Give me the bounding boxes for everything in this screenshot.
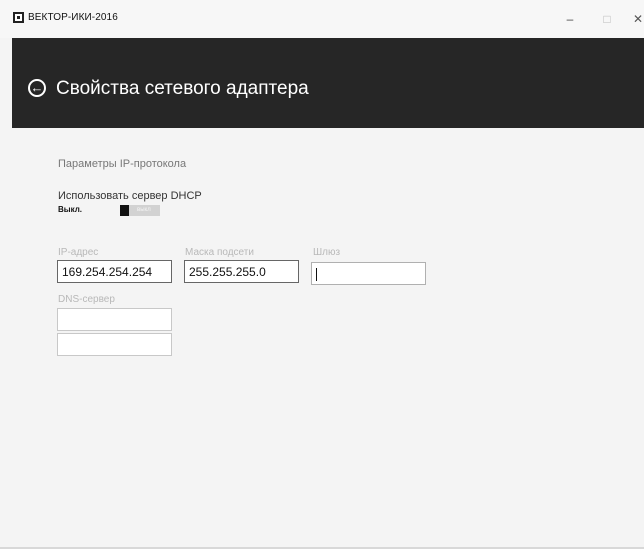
app-icon	[13, 12, 24, 23]
gateway-label: Шлюз	[313, 247, 341, 258]
toggle-knob	[120, 205, 129, 216]
close-button[interactable]: ✕	[628, 12, 644, 26]
subnet-mask-input[interactable]: 255.255.255.0	[184, 260, 299, 283]
page-header: ← Свойства сетевого адаптера	[12, 38, 644, 128]
gateway-input[interactable]	[311, 262, 426, 285]
title-bar: ВЕКТОР-ИКИ-2016 – □ ✕	[0, 0, 644, 38]
subnet-mask-label: Маска подсети	[185, 247, 254, 258]
maximize-button[interactable]: □	[597, 12, 617, 26]
text-caret	[316, 268, 317, 282]
back-arrow-icon[interactable]: ←	[28, 79, 46, 97]
dhcp-label: Использовать сервер DHCP	[58, 190, 202, 202]
ip-address-label: IP-адрес	[58, 247, 99, 258]
section-title: Параметры IP-протокола	[58, 158, 187, 170]
window-title: ВЕКТОР-ИКИ-2016	[28, 12, 118, 23]
minimize-button[interactable]: –	[560, 12, 580, 26]
page-title: Свойства сетевого адаптера	[56, 78, 309, 99]
dns-server-label: DNS-сервер	[58, 294, 115, 305]
ip-address-input[interactable]: 169.254.254.254	[57, 260, 172, 283]
dhcp-state-text: Выкл.	[58, 205, 83, 214]
toggle-text: выкл	[137, 207, 151, 213]
dhcp-toggle[interactable]: выкл	[120, 205, 160, 216]
dns-secondary-input[interactable]	[57, 333, 172, 356]
dns-primary-input[interactable]	[57, 308, 172, 331]
